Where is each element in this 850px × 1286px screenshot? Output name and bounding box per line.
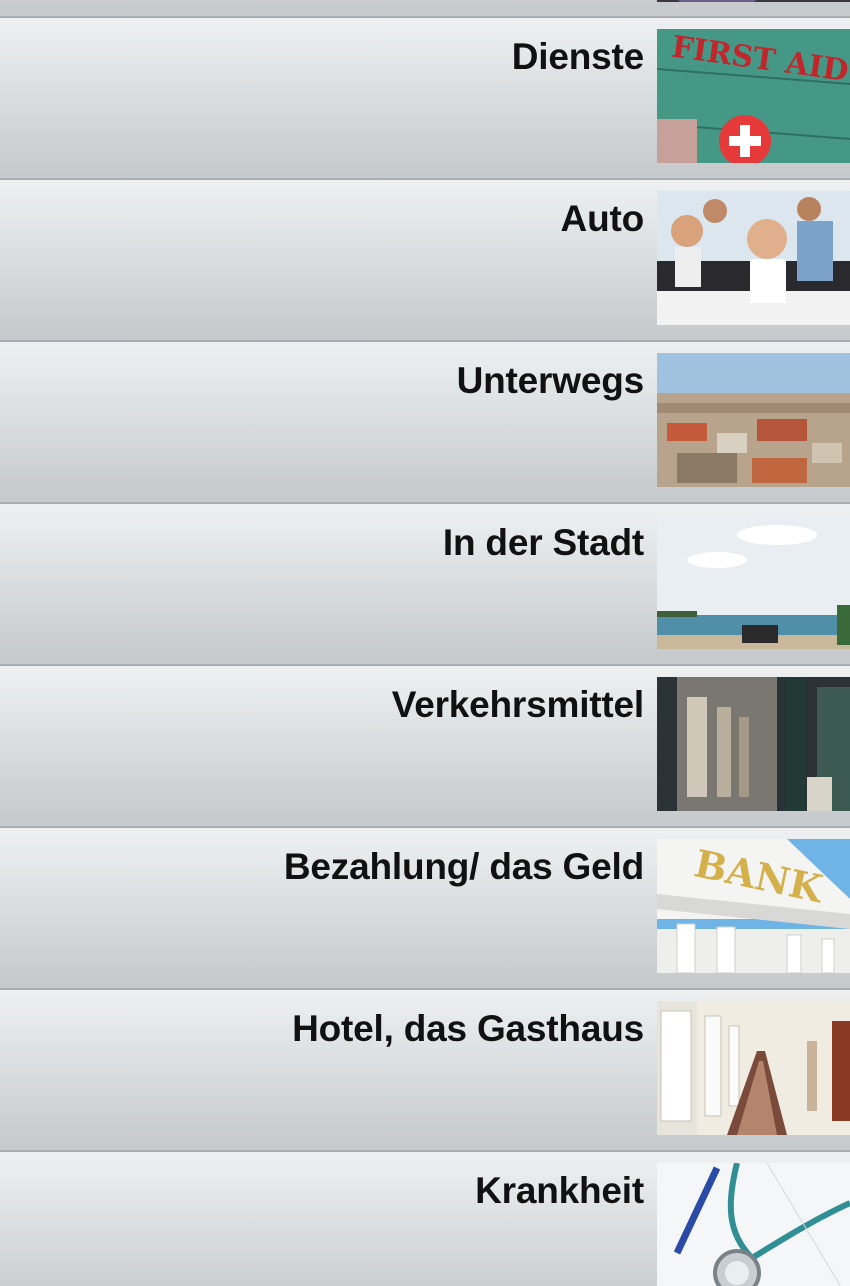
- list-item-label: Verkehrsmittel: [391, 684, 644, 725]
- city-panorama-image: [657, 353, 850, 487]
- partial-thumbnail-image: [657, 0, 850, 2]
- list-item-krankheit[interactable]: Krankheit: [0, 1150, 850, 1286]
- list-item-label: Hotel, das Gasthaus: [292, 1008, 644, 1049]
- list-item-label: Dienste: [511, 36, 644, 77]
- list-item-unterwegs[interactable]: Unterwegs: [0, 340, 850, 500]
- list-item[interactable]: [0, 0, 850, 15]
- list-item-label: In der Stadt: [442, 522, 644, 563]
- list-item-in-der-stadt[interactable]: In der Stadt: [0, 502, 850, 662]
- hotel-corridor-image: [657, 1001, 850, 1135]
- list-item-bezahlung[interactable]: Bezahlung/ das Geld BANK: [0, 826, 850, 986]
- list-item-verkehrsmittel[interactable]: Verkehrsmittel: [0, 664, 850, 824]
- list-item-auto[interactable]: Auto: [0, 178, 850, 338]
- bank-building-image: BANK: [657, 839, 850, 973]
- list-item-label: Auto: [560, 198, 645, 239]
- first-aid-case-image: FIRST AID CASE: [657, 29, 850, 163]
- category-list: Dienste FIRST AID CASE Auto: [0, 0, 850, 1286]
- list-item-label: Bezahlung/ das Geld: [283, 846, 644, 887]
- subway-train-image: [657, 677, 850, 811]
- list-item-label: Unterwegs: [456, 360, 645, 401]
- beach-jeep-image: [657, 515, 850, 649]
- list-item-hotel[interactable]: Hotel, das Gasthaus: [0, 988, 850, 1148]
- list-item-label: Krankheit: [475, 1170, 644, 1211]
- convertible-car-friends-image: [657, 191, 850, 325]
- list-item-dienste[interactable]: Dienste FIRST AID CASE: [0, 16, 850, 176]
- stethoscope-image: [657, 1163, 850, 1286]
